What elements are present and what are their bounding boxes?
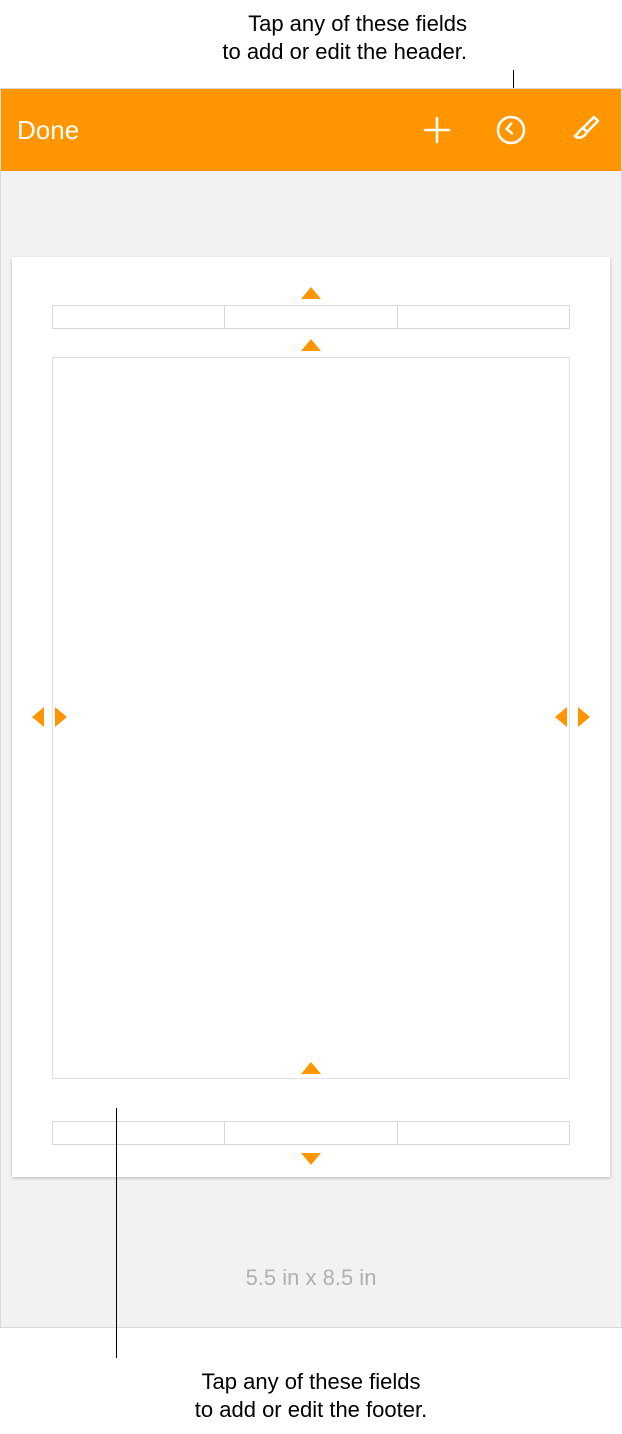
paintbrush-icon bbox=[569, 114, 601, 146]
canvas-area: 5.5 in x 8.5 in bbox=[1, 171, 621, 1327]
toolbar: Done bbox=[1, 89, 621, 171]
callout-footer-line1: Tap any of these fields bbox=[202, 1369, 421, 1394]
header-cell-center[interactable] bbox=[225, 305, 397, 329]
margin-handle-right-out[interactable] bbox=[555, 707, 567, 727]
callout-footer-line2: to add or edit the footer. bbox=[195, 1397, 427, 1422]
margin-handle-left-out[interactable] bbox=[55, 707, 67, 727]
page-dimensions-label: 5.5 in x 8.5 in bbox=[246, 1265, 377, 1291]
footer-row bbox=[52, 1121, 570, 1145]
margin-handle-body-top-up[interactable] bbox=[301, 339, 321, 351]
footer-cell-right[interactable] bbox=[398, 1121, 570, 1145]
undo-button[interactable] bbox=[491, 110, 531, 150]
margin-handle-footer-bottom[interactable] bbox=[301, 1153, 321, 1165]
callout-header-line2: to add or edit the header. bbox=[222, 39, 467, 64]
header-cell-left[interactable] bbox=[52, 305, 225, 329]
footer-cell-center[interactable] bbox=[225, 1121, 397, 1145]
add-button[interactable] bbox=[417, 110, 457, 150]
footer-cell-left[interactable] bbox=[52, 1121, 225, 1145]
callout-header-line1: Tap any of these fields bbox=[248, 11, 467, 36]
done-button[interactable]: Done bbox=[17, 115, 79, 146]
callout-footer-line bbox=[116, 1108, 117, 1358]
margin-handle-left-in[interactable] bbox=[32, 707, 44, 727]
margin-handle-header-top[interactable] bbox=[301, 287, 321, 299]
format-button[interactable] bbox=[565, 110, 605, 150]
document-page[interactable] bbox=[12, 257, 610, 1177]
callout-header: Tap any of these fields to add or edit t… bbox=[0, 0, 622, 88]
header-row bbox=[52, 305, 570, 329]
app-frame: Done bbox=[0, 88, 622, 1328]
callout-footer: Tap any of these fields to add or edit t… bbox=[0, 1368, 622, 1424]
plus-icon bbox=[421, 114, 453, 146]
header-cell-right[interactable] bbox=[398, 305, 570, 329]
undo-icon bbox=[495, 114, 527, 146]
page-body[interactable] bbox=[52, 357, 570, 1079]
margin-handle-right-in[interactable] bbox=[578, 707, 590, 727]
margin-handle-body-bottom-up[interactable] bbox=[301, 1062, 321, 1074]
